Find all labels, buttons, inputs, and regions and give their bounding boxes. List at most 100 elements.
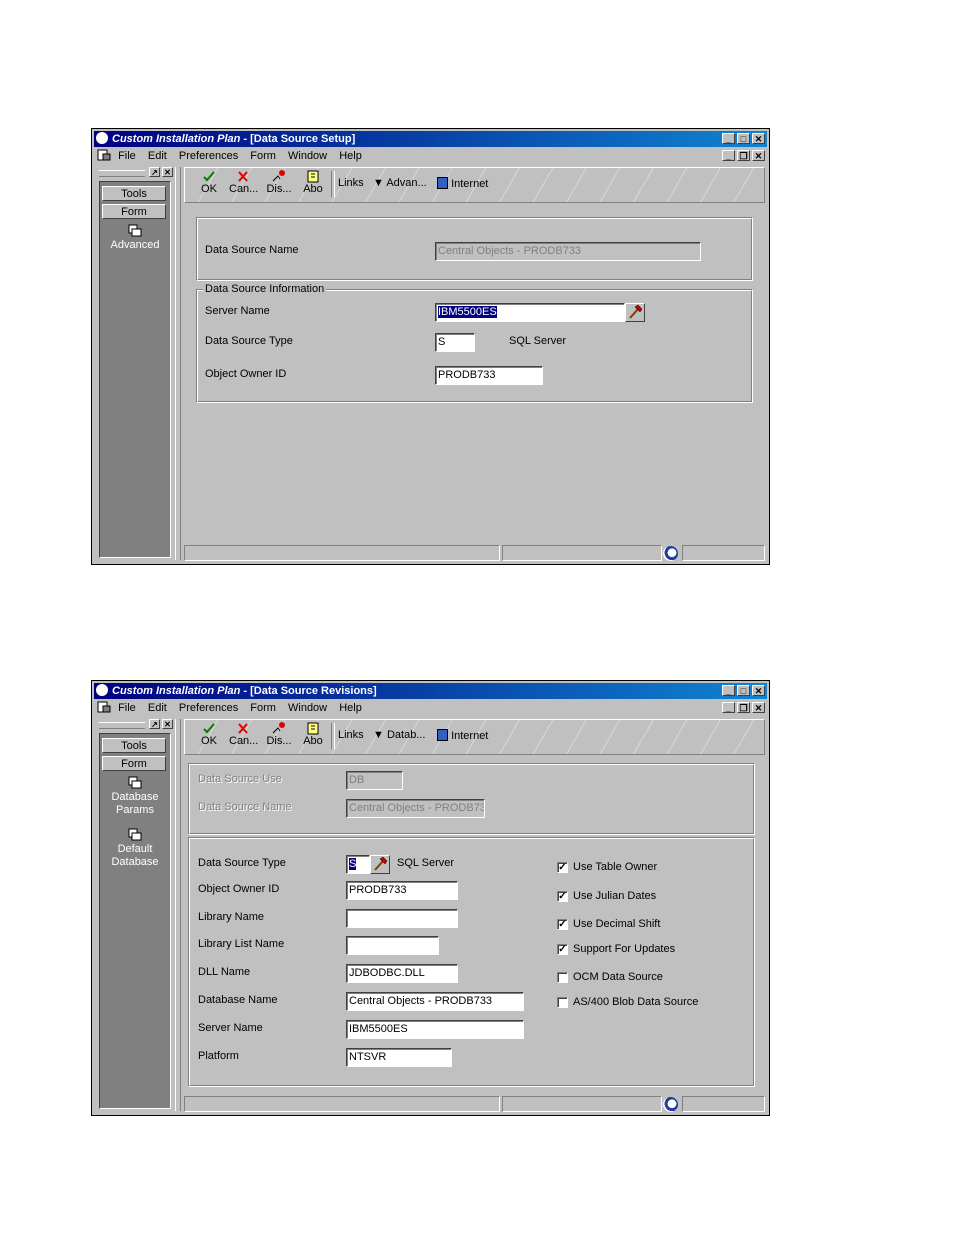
links-menu[interactable]: Links — [338, 177, 364, 189]
mdi-minimize-icon[interactable]: _ — [722, 702, 735, 713]
database-params-icon — [128, 776, 142, 789]
grip[interactable] — [99, 170, 145, 177]
toolbar-separator — [331, 171, 335, 197]
row-exit-menu[interactable]: ▼ Advan... — [373, 177, 427, 189]
data-source-type-input[interactable]: S — [346, 855, 370, 874]
data-source-revisions-window: Custom Installation Plan - [Data Source … — [91, 680, 770, 1116]
minimize-icon[interactable]: _ — [722, 133, 735, 144]
row-exit-label: Datab... — [386, 729, 426, 741]
mdi-restore-icon[interactable]: ❐ — [737, 150, 750, 161]
menu-form[interactable]: Form — [250, 150, 276, 162]
close-icon[interactable]: ✕ — [752, 133, 765, 144]
dropdown-arrow-icon: ▼ — [373, 729, 384, 741]
mdi-restore-icon[interactable]: ❐ — [737, 702, 750, 713]
cancel-button[interactable]: Can... — [229, 722, 258, 747]
database-params-item[interactable]: Database Params — [108, 776, 162, 817]
panel-close-icon[interactable]: ✕ — [162, 719, 173, 729]
links-menu[interactable]: Links — [338, 729, 364, 741]
data-source-name-label: Data Source Name — [198, 801, 292, 813]
form-button[interactable]: Form — [102, 756, 166, 771]
menu-window[interactable]: Window — [288, 150, 327, 162]
header-group: Data Source Use DB Data Source Name Cent… — [188, 763, 755, 835]
internet-button[interactable]: Internet — [437, 177, 488, 190]
mdi-close-icon[interactable]: ✕ — [752, 150, 765, 161]
data-source-type-description: SQL Server — [397, 857, 455, 869]
internet-button[interactable]: Internet — [437, 729, 488, 742]
form-button[interactable]: Form — [102, 204, 166, 219]
splitter[interactable] — [175, 719, 181, 1111]
grip[interactable] — [99, 722, 145, 729]
x-icon — [238, 723, 248, 734]
use-table-owner-checkbox[interactable]: ✓ — [557, 862, 568, 873]
advanced-label: Advanced — [110, 239, 160, 251]
use-table-owner-label: Use Table Owner — [573, 861, 658, 873]
server-name-input[interactable]: IBM5500ES — [435, 303, 625, 322]
server-name-input[interactable]: IBM5500ES — [346, 1020, 524, 1039]
minimize-icon[interactable]: _ — [722, 685, 735, 696]
maximize-icon[interactable]: □ — [737, 133, 750, 144]
title-app: Custom Installation Plan — [112, 133, 241, 145]
toolbar-separator — [331, 723, 335, 749]
menu-form[interactable]: Form — [250, 702, 276, 714]
app-icon — [96, 684, 108, 696]
object-owner-input[interactable]: PRODB733 — [435, 366, 543, 385]
close-icon[interactable]: ✕ — [752, 685, 765, 696]
title-bar[interactable]: Custom Installation Plan - [Data Source … — [94, 683, 767, 699]
menu-edit[interactable]: Edit — [148, 702, 167, 714]
splitter[interactable] — [175, 167, 181, 560]
panel-float-icon[interactable]: ↗ — [149, 167, 160, 177]
menu-file[interactable]: File — [118, 702, 136, 714]
ok-button[interactable]: OK — [195, 722, 223, 747]
menu-preferences[interactable]: Preferences — [179, 150, 238, 162]
server-name-label: Server Name — [198, 1022, 263, 1034]
maximize-icon[interactable]: □ — [737, 685, 750, 696]
mdi-minimize-icon[interactable]: _ — [722, 150, 735, 161]
database-name-input[interactable]: Central Objects - PRODB733 — [346, 992, 524, 1011]
status-cell — [682, 545, 765, 561]
x-icon — [238, 171, 248, 182]
visual-assist-button[interactable] — [370, 855, 390, 874]
platform-input[interactable]: NTSVR — [346, 1048, 452, 1067]
title-form: - [Data Source Setup] — [240, 133, 356, 145]
library-name-input[interactable] — [346, 909, 458, 928]
about-button[interactable]: Abo — [299, 722, 327, 747]
menu-edit[interactable]: Edit — [148, 150, 167, 162]
data-source-type-input[interactable]: S — [435, 333, 475, 352]
use-decimal-shift-checkbox[interactable]: ✓ — [557, 919, 568, 930]
default-database-item[interactable]: Default Database — [108, 828, 162, 869]
ok-button[interactable]: OK — [195, 170, 223, 195]
data-source-type-label: Data Source Type — [205, 335, 293, 347]
about-button[interactable]: Abo — [299, 170, 327, 195]
support-for-updates-checkbox[interactable]: ✓ — [557, 944, 568, 955]
ocm-data-source-checkbox[interactable] — [557, 972, 568, 983]
panel-close-icon[interactable]: ✕ — [162, 167, 173, 177]
menu-preferences[interactable]: Preferences — [179, 702, 238, 714]
tools-button[interactable]: Tools — [102, 186, 166, 201]
hammer-icon — [629, 304, 643, 319]
use-julian-dates-checkbox[interactable]: ✓ — [557, 891, 568, 902]
menu-file[interactable]: File — [118, 150, 136, 162]
menu-help[interactable]: Help — [339, 150, 362, 162]
object-owner-input[interactable]: PRODB733 — [346, 881, 458, 900]
tools-button[interactable]: Tools — [102, 738, 166, 753]
data-source-information-group: Data Source Information Server Name IBM5… — [196, 283, 753, 403]
visual-assist-button[interactable] — [625, 303, 645, 322]
about-icon — [307, 722, 319, 735]
cancel-button[interactable]: Can... — [229, 170, 258, 195]
advanced-icon — [128, 224, 142, 237]
title-bar[interactable]: Custom Installation Plan - [Data Source … — [94, 131, 767, 147]
row-exit-menu[interactable]: ▼ Datab... — [373, 729, 425, 741]
display-button[interactable]: Dis... — [265, 722, 293, 747]
mdi-close-icon[interactable]: ✕ — [752, 702, 765, 713]
library-list-name-input[interactable] — [346, 936, 439, 955]
status-cell — [502, 545, 662, 561]
as400-blob-data-source-checkbox[interactable] — [557, 997, 568, 1008]
advanced-item[interactable]: Advanced — [100, 224, 170, 252]
menu-help[interactable]: Help — [339, 702, 362, 714]
display-icon — [272, 722, 285, 734]
panel-float-icon[interactable]: ↗ — [149, 719, 160, 729]
dll-name-input[interactable]: JDBODBC.DLL — [346, 964, 458, 983]
menu-window[interactable]: Window — [288, 702, 327, 714]
display-button[interactable]: Dis... — [265, 170, 293, 195]
data-source-type-label: Data Source Type — [198, 857, 286, 869]
